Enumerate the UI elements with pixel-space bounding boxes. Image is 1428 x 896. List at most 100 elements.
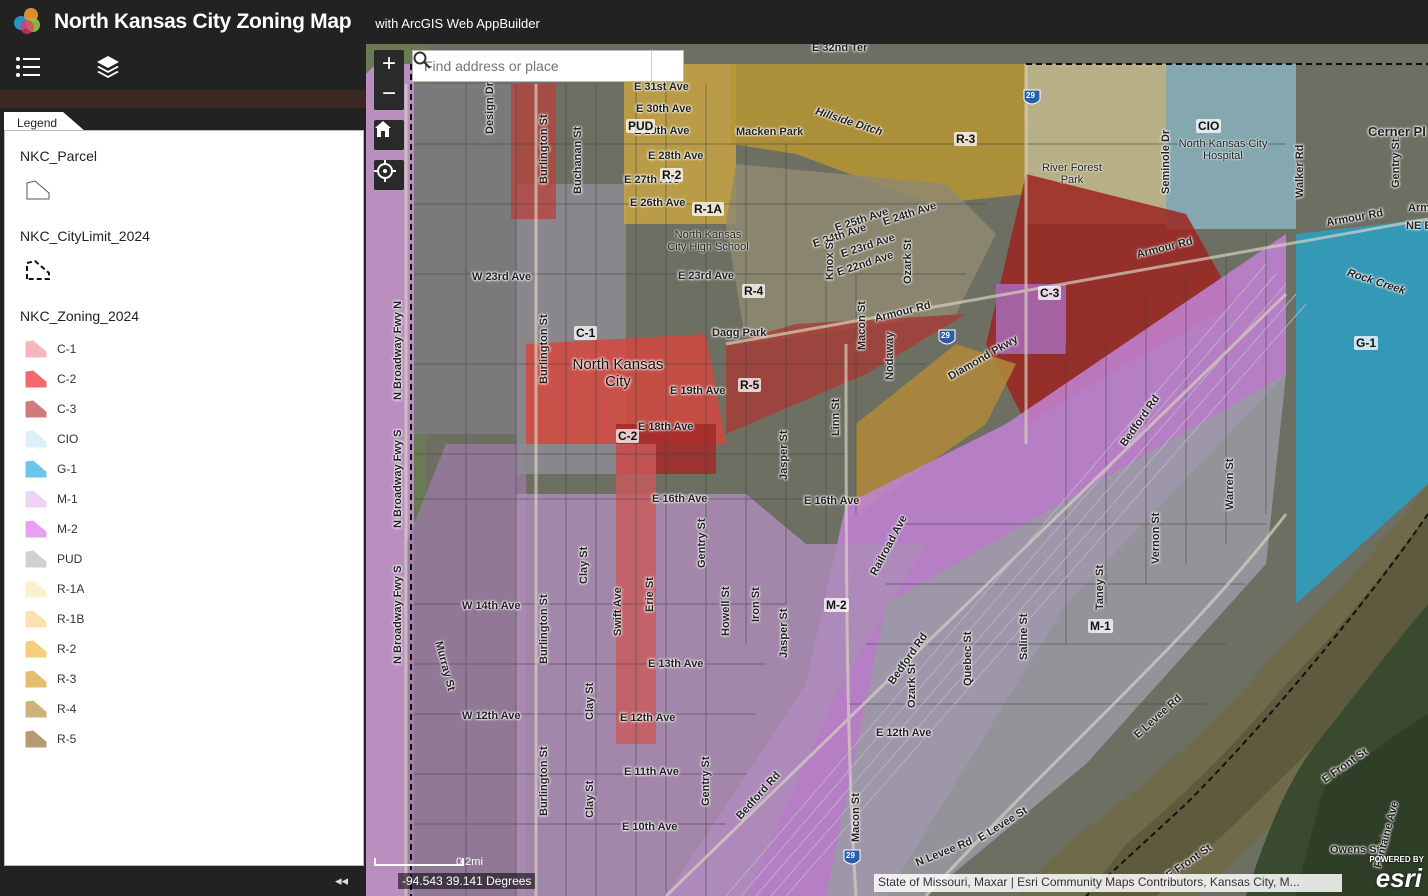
legend-label: R-1B <box>57 612 85 626</box>
zone-label: M-1 <box>1088 619 1113 633</box>
esri-logo[interactable]: esri <box>1376 863 1422 894</box>
zone-label: G-1 <box>1354 336 1379 350</box>
street-label: E 28th Ave <box>648 150 704 162</box>
legend-label: G-1 <box>57 462 78 476</box>
street-label: Clay St <box>584 780 596 818</box>
search-button[interactable] <box>413 51 683 81</box>
app-header: North Kansas City Zoning Map with ArcGIS… <box>0 0 1428 44</box>
attribution[interactable]: State of Missouri, Maxar | Esri Communit… <box>874 874 1342 892</box>
coordinate-readout: -94.543 39.141 Degrees <box>398 873 536 889</box>
legend-item: R-5 <box>25 727 76 751</box>
street-label: N Broadway Fwy N <box>392 300 404 400</box>
street-label: Clay St <box>578 546 590 584</box>
street-label: Taney St <box>1094 564 1106 610</box>
highway-shield-number: 29 <box>846 851 855 860</box>
home-button[interactable] <box>374 120 404 150</box>
place-label: Cerner Pl <box>1368 124 1426 139</box>
street-label: W 12th Ave <box>462 710 521 722</box>
street-label: E 16th Ave <box>652 493 708 505</box>
search-widget <box>412 50 684 82</box>
panel-toolbar <box>0 44 366 90</box>
street-label: Macon St <box>850 793 862 842</box>
place-label: River Forest Park <box>1042 162 1102 186</box>
street-label: Knox St <box>824 238 836 280</box>
map-view[interactable]: E 32nd Ter E 31st Ave E 30th Ave E 29th … <box>366 44 1428 896</box>
legend-swatch <box>25 610 47 628</box>
layer-title-citylimit: NKC_CityLimit_2024 <box>20 228 150 244</box>
street-label: NE B <box>1406 220 1428 232</box>
legend-swatch <box>25 460 47 478</box>
street-label: Gentry St <box>700 756 712 806</box>
city-label: North Kansas City <box>572 356 664 390</box>
collapse-panel-button[interactable]: ◂◂ <box>335 873 348 889</box>
legend-label: R-4 <box>57 702 77 716</box>
legend-label: C-1 <box>57 342 77 356</box>
citylimit-symbol-icon <box>26 259 50 280</box>
zone-label: R-4 <box>742 284 766 298</box>
street-label: Burlington St <box>538 594 550 664</box>
street-label: N Broadway Fwy S <box>392 565 404 664</box>
tab-row: Legend <box>0 108 366 132</box>
app-logo-icon <box>14 8 42 36</box>
zone-label: CIO <box>1196 119 1222 133</box>
legend-swatch <box>25 730 47 748</box>
street-label: Gentry St <box>696 518 708 568</box>
legend-list-icon[interactable] <box>8 47 48 87</box>
search-input[interactable] <box>413 51 651 81</box>
zoom-in-button[interactable]: + <box>374 50 404 80</box>
street-label: E 11th Ave <box>624 766 679 778</box>
home-icon <box>375 121 391 137</box>
street-label: Quebec St <box>962 631 974 686</box>
street-label: Burlington St <box>538 314 550 384</box>
legend-item: R-1A <box>25 577 84 601</box>
legend-item: M-2 <box>25 517 78 541</box>
street-label: Ozark St <box>902 239 914 284</box>
street-label: Burlington St <box>538 746 550 816</box>
legend-swatch <box>25 370 47 388</box>
legend-swatch <box>25 580 47 598</box>
street-label: E 18th Ave <box>638 421 694 433</box>
zone-label: R-2 <box>660 168 684 182</box>
locate-icon <box>374 160 396 182</box>
legend-item: M-1 <box>25 487 78 511</box>
zone-label: C-3 <box>1038 286 1062 300</box>
zoom-out-button[interactable]: − <box>374 80 404 110</box>
layer-title-parcel: NKC_Parcel <box>20 148 98 164</box>
street-label: Erie St <box>644 577 656 612</box>
legend-label: R-5 <box>57 732 77 746</box>
layer-title-zoning: NKC_Zoning_2024 <box>20 308 140 324</box>
street-label: Armo <box>1408 202 1428 214</box>
street-label: Swift Ave <box>612 587 624 636</box>
locate-button[interactable] <box>374 160 404 190</box>
street-label: Burlington St <box>538 114 550 184</box>
street-label: E 23rd Ave <box>678 270 735 282</box>
zone-label: R-3 <box>954 132 978 146</box>
legend-label: R-3 <box>57 672 77 686</box>
street-label: Design Dr <box>484 82 496 134</box>
legend-label: PUD <box>57 552 83 566</box>
street-label: E 12th Ave <box>876 727 932 739</box>
street-label: E 16th Ave <box>804 495 860 507</box>
street-label: E 32nd Ter <box>812 44 868 54</box>
street-label: W 14th Ave <box>462 600 521 612</box>
legend-label: C-2 <box>57 372 77 386</box>
legend-swatch <box>25 490 47 508</box>
legend-swatch <box>25 340 47 358</box>
park-label: Macken Park <box>736 126 804 138</box>
layers-icon[interactable] <box>88 47 128 87</box>
tab-legend[interactable]: Legend <box>4 112 86 132</box>
street-label: Nodaway <box>884 331 896 380</box>
zoom-control: + − <box>374 50 404 110</box>
street-label: Jasper St <box>778 608 790 658</box>
legend-container: NKC_Parcel NKC_CityLimit_2024 NKC_Zoning… <box>4 130 364 866</box>
legend-swatch <box>25 430 47 448</box>
map-canvas[interactable] <box>366 44 1428 896</box>
street-label: Howell St <box>720 586 732 636</box>
app-subtitle: with ArcGIS Web AppBuilder <box>375 15 540 31</box>
highway-shield-number: 29 <box>1026 91 1035 100</box>
street-label: Walker Rd <box>1294 144 1306 198</box>
legend-item: R-1B <box>25 607 84 631</box>
street-label: E 31st Ave <box>634 81 689 93</box>
legend-swatch <box>25 700 47 718</box>
street-label: E 26th Ave <box>630 197 686 209</box>
